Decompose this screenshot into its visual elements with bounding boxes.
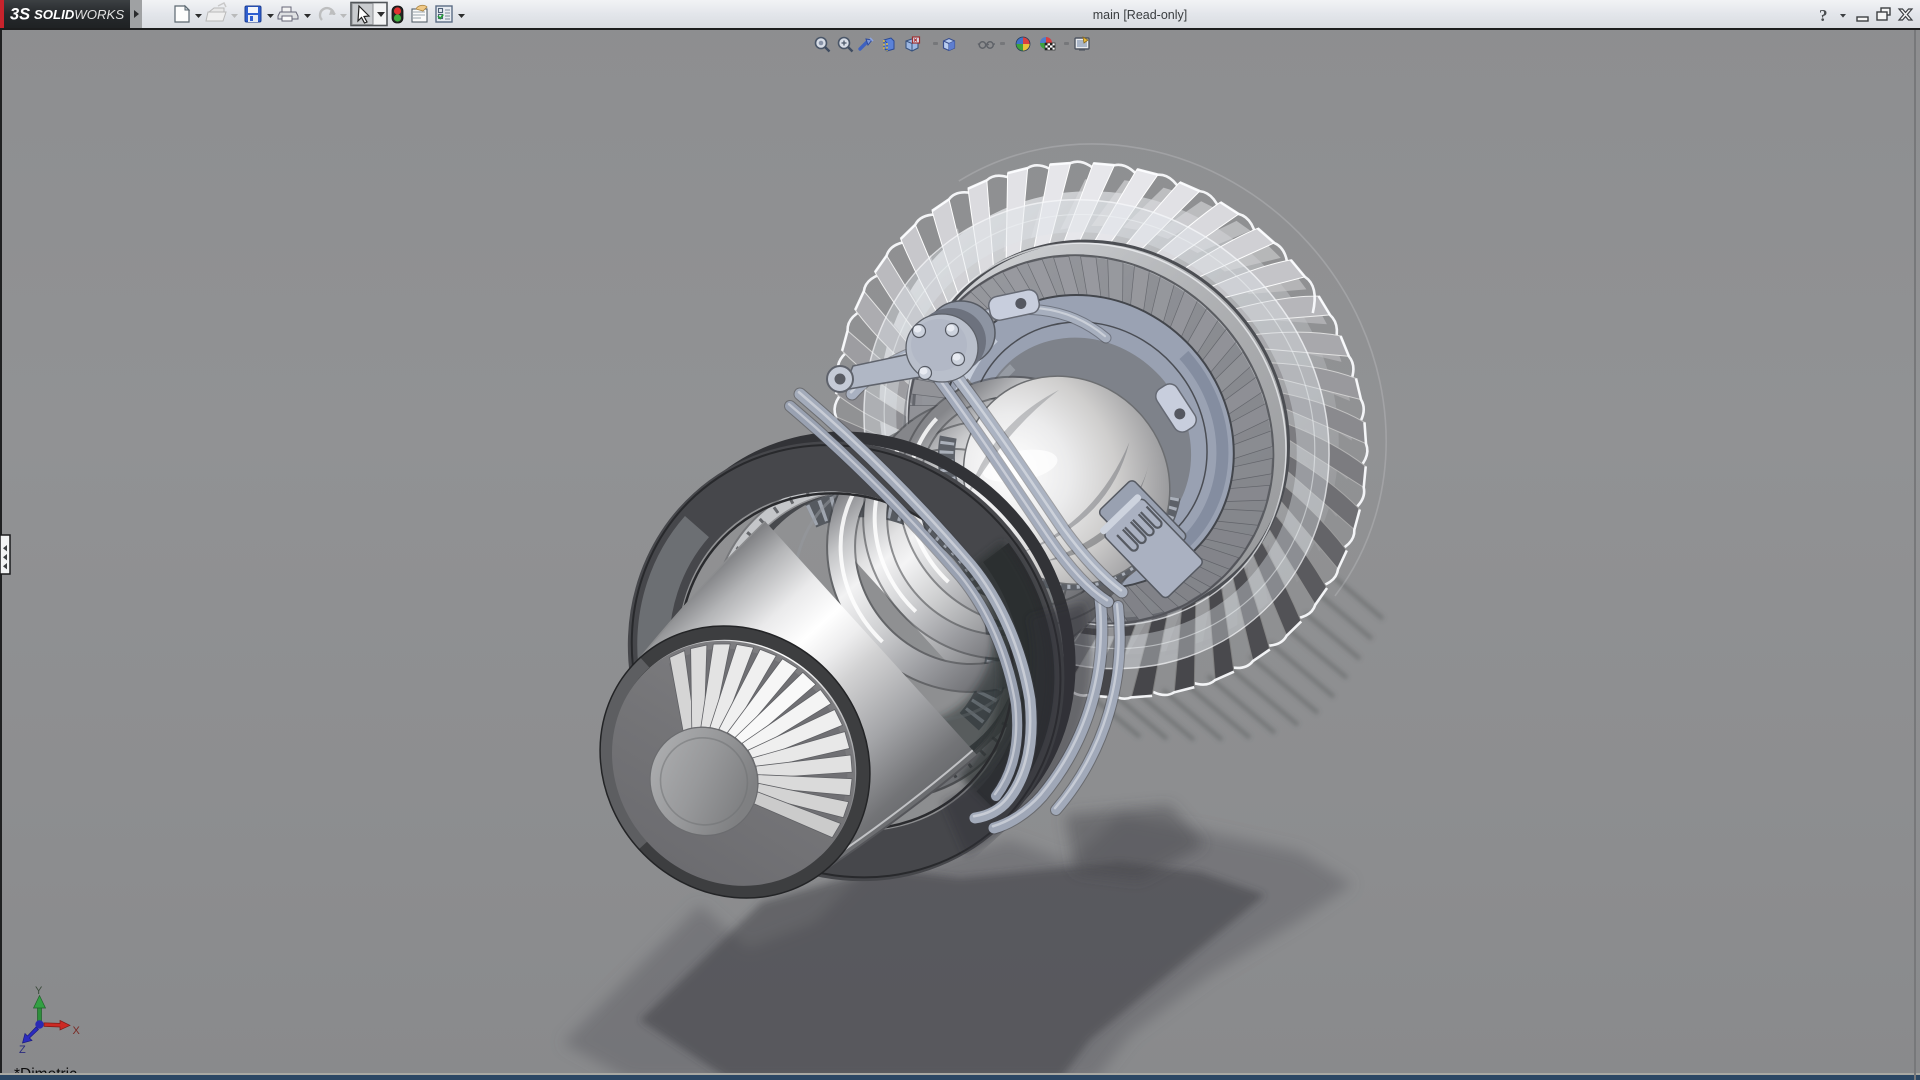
svg-text:X: X (73, 1025, 81, 1037)
svg-text:main [Read-only]: main [Read-only] (1093, 8, 1188, 22)
svg-text:Y: Y (35, 985, 43, 997)
svg-text:SOLIDWORKS: SOLIDWORKS (34, 7, 124, 22)
svg-text:?: ? (1819, 6, 1828, 25)
svg-text:3S: 3S (10, 6, 30, 24)
svg-text:Z: Z (19, 1044, 26, 1056)
